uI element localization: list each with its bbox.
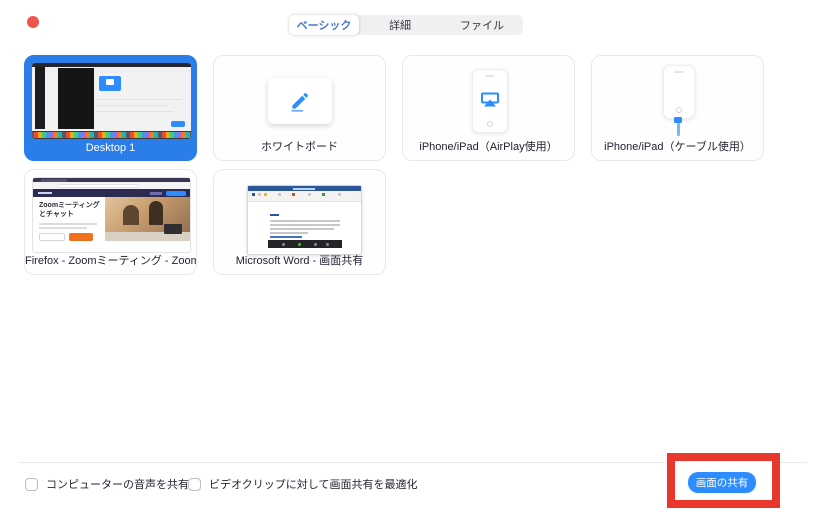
firefox-thumbnail: Zoomミーティングとチャット xyxy=(32,177,191,253)
tile-label: Firefox - Zoomミーティング - Zoom... xyxy=(25,255,196,267)
share-sound-option: コンピューターの音声を共有 xyxy=(25,476,189,492)
doc-link-line xyxy=(270,236,302,238)
phone-home-button xyxy=(676,107,682,113)
site-photo xyxy=(105,197,190,241)
thumb-dark-panel xyxy=(35,67,45,129)
share-screen-button[interactable]: 画面の共有 xyxy=(688,472,756,493)
tile-iphone-cable[interactable]: iPhone/iPad（ケーブル使用） xyxy=(591,55,764,161)
phone-speaker xyxy=(674,71,684,73)
whiteboard-card xyxy=(268,78,332,124)
share-dialog-window: ベーシック 詳細 ファイル Desktop 1 ホワイトボード iPhone/i… xyxy=(0,0,825,531)
thumb-window-toolbar xyxy=(32,67,191,73)
tile-firefox-window[interactable]: Zoomミーティングとチャット Firefox - Zoomミーティング - Z… xyxy=(24,169,197,275)
tile-label: iPhone/iPad（AirPlay使用） xyxy=(419,141,558,153)
tile-label: ホワイトボード xyxy=(261,141,338,153)
thumb-mini-button xyxy=(171,121,185,127)
site-logos-row xyxy=(41,244,181,248)
thumb-dark-panel-2 xyxy=(58,68,94,129)
word-ribbon xyxy=(248,191,361,202)
airplay-icon xyxy=(481,92,499,107)
desktop-1-thumbnail xyxy=(32,63,191,139)
phone-speaker xyxy=(485,75,495,77)
phone-graphic xyxy=(663,65,695,119)
close-button[interactable] xyxy=(27,16,39,28)
tile-label: Microsoft Word - 画面共有 xyxy=(235,255,364,267)
site-header xyxy=(33,189,190,197)
phone-graphic xyxy=(472,69,508,133)
tile-word-window[interactable]: Microsoft Word - 画面共有 xyxy=(213,169,386,275)
thumb-mini-share-tile xyxy=(99,76,121,91)
tab-advanced[interactable]: 詳細 xyxy=(359,15,441,35)
tile-iphone-airplay[interactable]: iPhone/iPad（AirPlay使用） xyxy=(402,55,575,161)
site-heading: Zoomミーティングとチャット xyxy=(39,202,100,218)
doc-heading-line xyxy=(270,214,279,216)
tab-bar: ベーシック 詳細 ファイル xyxy=(289,15,523,35)
url-bar xyxy=(57,183,139,188)
thumb-dock xyxy=(32,131,191,139)
optimize-video-checkbox[interactable] xyxy=(188,477,201,491)
phone-home-button xyxy=(487,121,493,127)
optimize-video-label: ビデオクリップに対して画面共有を最適化 xyxy=(209,479,418,491)
tile-desktop-1[interactable]: Desktop 1 xyxy=(24,55,197,161)
tab-files[interactable]: ファイル xyxy=(441,15,523,35)
word-thumbnail xyxy=(247,185,362,255)
share-sound-checkbox[interactable] xyxy=(25,477,38,491)
tile-label: iPhone/iPad（ケーブル使用） xyxy=(604,141,751,153)
site-ghost-button xyxy=(39,233,65,241)
tile-whiteboard[interactable]: ホワイトボード xyxy=(213,55,386,161)
doc-image-block xyxy=(268,240,342,248)
tab-basic[interactable]: ベーシック xyxy=(289,15,359,35)
pencil-icon xyxy=(291,92,309,112)
tile-label: Desktop 1 xyxy=(85,142,136,154)
share-sound-label: コンピューターの音声を共有 xyxy=(46,479,189,491)
cable-stem-icon xyxy=(676,123,680,136)
site-cta-button xyxy=(69,233,93,241)
optimize-video-option: ビデオクリップに対して画面共有を最適化 xyxy=(188,476,417,492)
